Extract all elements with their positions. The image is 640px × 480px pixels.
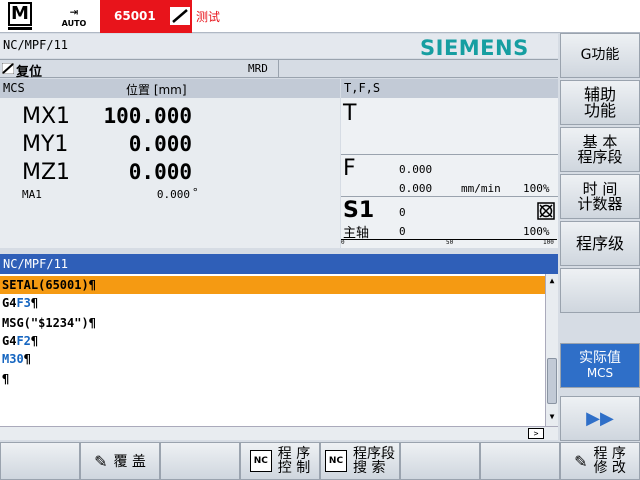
vertical-scrollbar[interactable]: ▲ ▼ bbox=[545, 274, 558, 426]
degree-unit: ° bbox=[192, 186, 199, 199]
axis-name: MA1 bbox=[22, 188, 42, 201]
program-line[interactable]: G4F3¶ bbox=[0, 294, 545, 312]
brand-logo: SIEMENS bbox=[420, 36, 529, 60]
program-line-active[interactable]: SETAL(65001)¶ bbox=[0, 276, 545, 294]
softkey-g-function[interactable]: G功能 bbox=[560, 33, 640, 78]
softkey-actual-value[interactable]: 实际值 MCS bbox=[560, 343, 640, 388]
feed-value: 0.000 bbox=[399, 163, 433, 176]
softkey-bottom-empty-3[interactable] bbox=[400, 442, 480, 480]
scroll-right-icon[interactable]: > bbox=[528, 428, 544, 439]
program-line[interactable]: M30¶ bbox=[0, 350, 545, 368]
softkey-timer-counter[interactable]: 时 间 计数器 bbox=[560, 174, 640, 219]
softkey-program-edit[interactable]: ✎ 程 序 修 改 bbox=[560, 442, 640, 480]
tfs-header: T,F,S bbox=[344, 81, 381, 95]
softkey-program-control[interactable]: NC 程 序 控 制 bbox=[240, 442, 320, 480]
channel-state-icon bbox=[2, 63, 14, 74]
spindle-label: S1 bbox=[343, 198, 375, 223]
feed-override: 100% bbox=[523, 182, 550, 195]
program-line[interactable]: G4F2¶ bbox=[0, 332, 545, 350]
spindle-override: 100% bbox=[523, 225, 550, 238]
scale-tick: 50 bbox=[446, 239, 454, 246]
softkey-bottom-empty-4[interactable] bbox=[480, 442, 560, 480]
program-listing[interactable]: SETAL(65001)¶ G4F3¶ MSG("$1234")¶ G4F2¶ … bbox=[0, 274, 545, 426]
softkey-program-level[interactable]: 程序级 bbox=[560, 221, 640, 266]
program-title: NC/MPF/11 bbox=[3, 257, 69, 271]
coordinate-system-label: MCS bbox=[3, 81, 25, 95]
horizontal-scrollbar[interactable]: > bbox=[0, 426, 558, 440]
auto-mode-indicator: ⇥ AUTO bbox=[61, 3, 87, 28]
scroll-thumb[interactable] bbox=[547, 358, 557, 404]
position-header: 位置 [mm] bbox=[126, 83, 187, 97]
tfs-panel-header: T,F,S bbox=[341, 79, 558, 98]
scale-tick: 0 bbox=[341, 239, 345, 246]
program-path: NC/MPF/11 bbox=[3, 38, 69, 52]
axis-panel-header: MCS 位置 [mm] bbox=[0, 79, 340, 98]
spindle-stop-icon bbox=[537, 202, 555, 220]
axis-value: 0.000 bbox=[156, 188, 190, 201]
program-line[interactable]: MSG("$1234")¶ bbox=[0, 314, 545, 332]
nc-search-icon: NC bbox=[325, 450, 347, 472]
program-panel-header: NC/MPF/11 bbox=[0, 254, 558, 274]
tool-label: T bbox=[343, 101, 357, 126]
jog-mode-indicator: M bbox=[6, 1, 34, 31]
nc-icon: NC bbox=[249, 450, 272, 472]
reset-status: 复位 bbox=[16, 65, 43, 80]
axis-value: 100.000 bbox=[103, 104, 192, 128]
softkey-overstore[interactable]: ✎ 覆 盖 bbox=[80, 442, 160, 480]
spindle-actual: 0 bbox=[399, 225, 406, 238]
axis-value: 0.000 bbox=[128, 160, 192, 184]
channel-header: NC/MPF/11 SIEMENS bbox=[0, 34, 558, 60]
scroll-up-icon[interactable]: ▲ bbox=[547, 276, 557, 286]
edit-icon: ✎ bbox=[94, 451, 108, 471]
alarm-message: 测试 bbox=[196, 10, 221, 24]
channel-state-row: 复位 MRD bbox=[0, 59, 558, 80]
alarm-area[interactable]: 65001 bbox=[100, 0, 192, 33]
status-bar: M ⇥ AUTO 65001 测试 bbox=[0, 0, 640, 33]
tfs-panel: T F 0.000 0.000 mm/min 100% S1 0 主轴 0 10… bbox=[341, 98, 558, 248]
edit-icon: ✎ bbox=[574, 451, 588, 471]
softkey-aux-function[interactable]: 辅助 功能 bbox=[560, 80, 640, 125]
softkey-bottom-empty-1[interactable] bbox=[0, 442, 80, 480]
acknowledge-icon[interactable] bbox=[170, 7, 190, 25]
mrd-label: MRD bbox=[248, 62, 268, 75]
softkey-more-icon[interactable]: ▶▶ bbox=[560, 396, 640, 441]
softkey-block-search[interactable]: NC 程序段 搜 索 bbox=[320, 442, 400, 480]
softkey-bottom-empty-2[interactable] bbox=[160, 442, 240, 480]
feed-unit: mm/min bbox=[461, 182, 501, 195]
spindle-value: 0 bbox=[399, 206, 406, 219]
axis-value: 0.000 bbox=[128, 132, 192, 156]
axis-position-panel: MX1 100.000 MY1 0.000 MZ1 0.000 MA1 0.00… bbox=[0, 98, 340, 248]
auto-arrow-icon: ⇥ bbox=[69, 3, 79, 20]
machine-mode-icon: M bbox=[8, 2, 32, 26]
softkey-basic-block[interactable]: 基 本 程序段 bbox=[560, 127, 640, 172]
softkey-empty[interactable] bbox=[560, 268, 640, 313]
scroll-down-icon[interactable]: ▼ bbox=[547, 412, 557, 422]
program-line[interactable]: ¶ bbox=[0, 370, 545, 388]
feed-label: F bbox=[343, 156, 356, 181]
scale-tick: 100 bbox=[543, 239, 554, 246]
alarm-number: 65001 bbox=[114, 9, 156, 23]
feed-actual: 0.000 bbox=[399, 182, 433, 195]
